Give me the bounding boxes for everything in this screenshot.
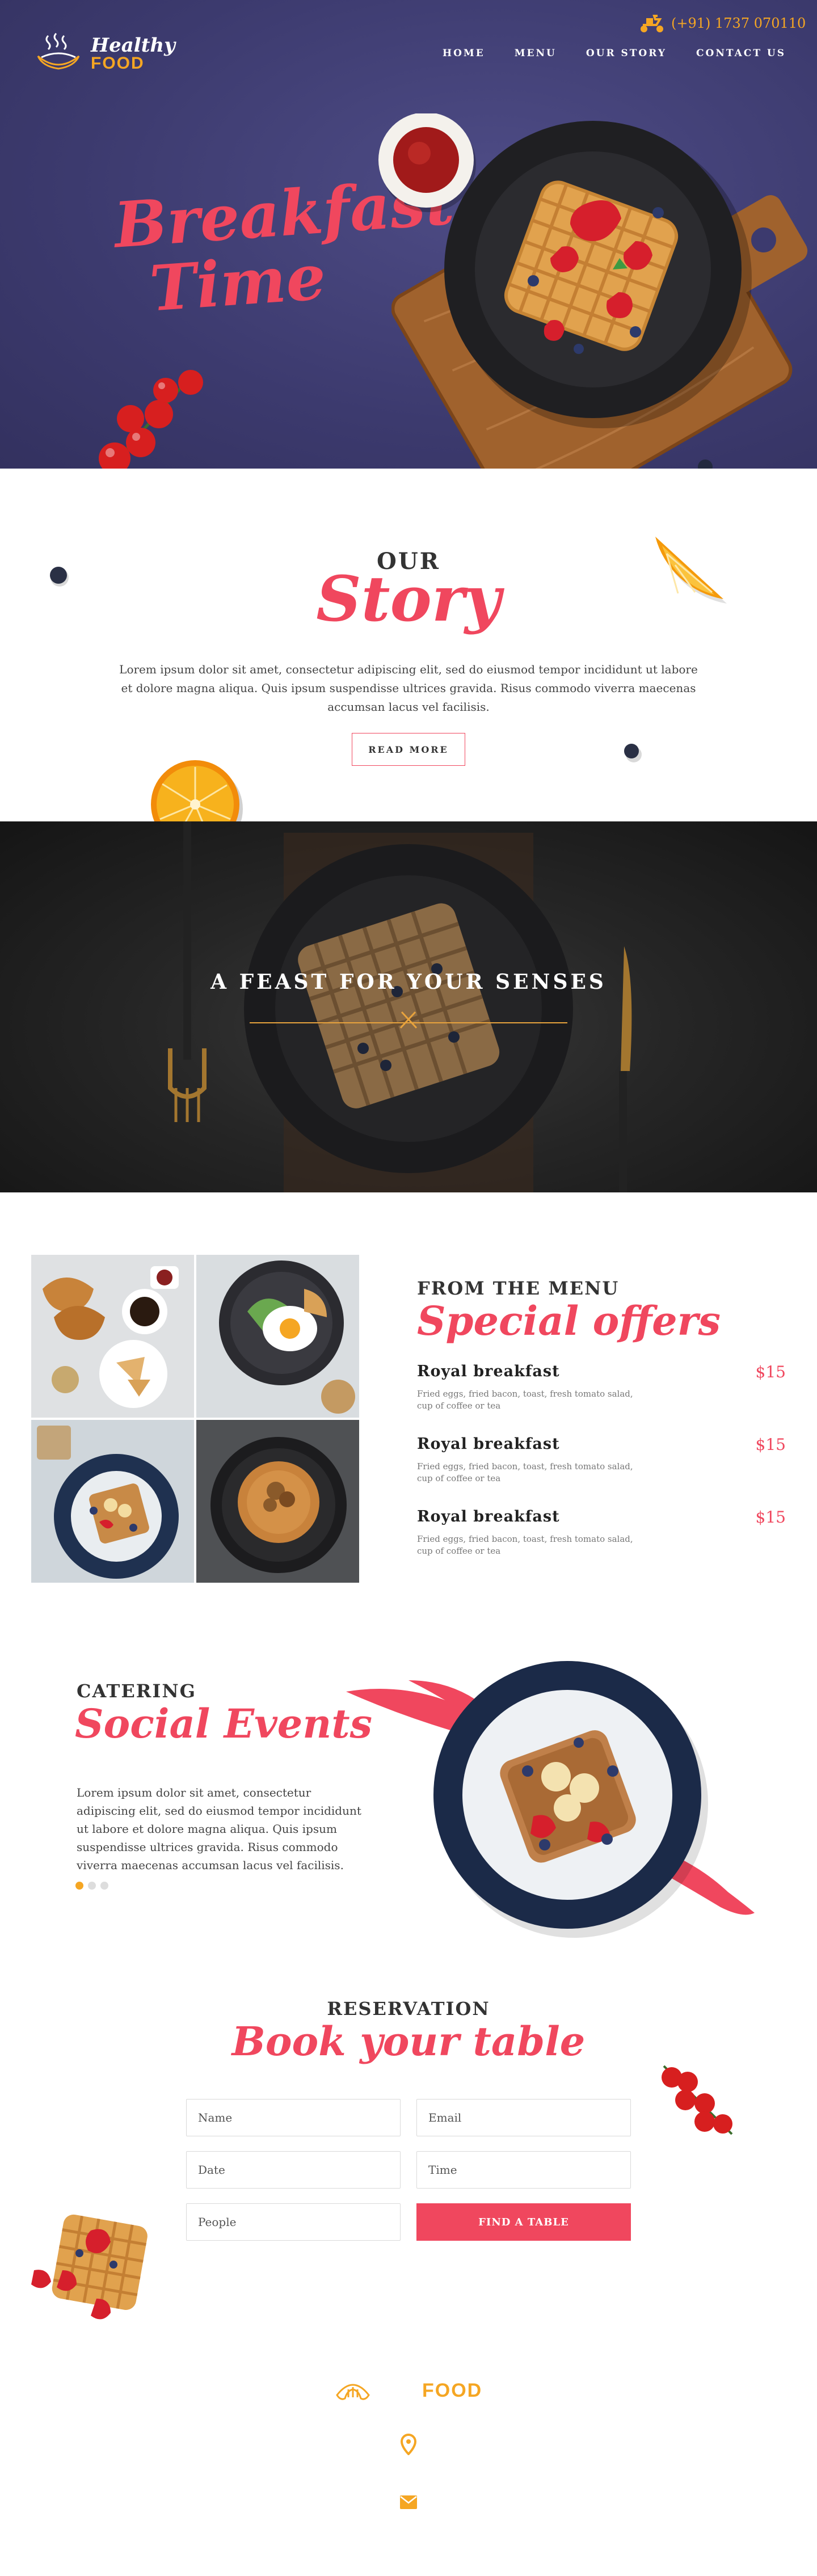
location-pin-icon[interactable] (399, 2434, 418, 2455)
people-field[interactable] (186, 2203, 401, 2241)
find-a-table-button[interactable]: FIND A TABLE (416, 2203, 631, 2241)
hero-title: Breakfast Time (112, 165, 456, 326)
phone-number: (+91) 1737 070110 (671, 15, 806, 31)
carousel-dot-active[interactable] (75, 1882, 83, 1890)
carousel-dot[interactable] (88, 1882, 96, 1890)
time-field[interactable] (416, 2151, 631, 2189)
reservation-kicker: RESERVATION (327, 1998, 490, 2020)
menu-item-description: Fried eggs, fried bacon, toast, fresh to… (417, 1534, 633, 1556)
orange-slice-image (655, 537, 727, 604)
nav-contact-us[interactable]: CONTACT US (696, 48, 786, 59)
logo-line-2: FOOD (91, 54, 145, 73)
menu-kicker: FROM THE MENU (417, 1278, 620, 1299)
menu-item[interactable]: Royal breakfast $15 Fried eggs, fried ba… (417, 1435, 786, 1508)
read-more-button[interactable]: READ MORE (352, 733, 465, 766)
menu-photo-grid (31, 1255, 359, 1583)
croissant-icon (336, 2384, 370, 2400)
main-nav: HOME MENU OUR STORY CONTACT US (443, 48, 786, 59)
feast-banner-section: A FEAST FOR YOUR SENSES (0, 821, 817, 1192)
menu-item-description: Fried eggs, fried bacon, toast, fresh to… (417, 1461, 633, 1483)
menu-photo-toast-plate (31, 1420, 194, 1583)
menu-item-name: Royal breakfast (417, 1508, 560, 1525)
menu-item[interactable]: Royal breakfast $15 Fried eggs, fried ba… (417, 1508, 786, 1580)
reservation-section: RESERVATION Book your table FIND A TABLE (0, 1953, 817, 2350)
footer-logo-text: FOOD (422, 2379, 483, 2401)
menu-item-price: $15 (755, 1508, 786, 1527)
envelope-icon[interactable] (399, 2495, 418, 2510)
footer: FOOD (0, 2350, 817, 2576)
toast-plate-image (346, 1661, 755, 1938)
header-phone[interactable]: (+91) 1737 070110 (638, 14, 806, 33)
menu-item-price: $15 (755, 1435, 786, 1454)
nav-home[interactable]: HOME (443, 48, 485, 59)
coffee-cup-icon (37, 32, 80, 70)
blueberry-decoration (624, 744, 642, 762)
catering-text: Lorem ipsum dolor sit amet, consectetur … (77, 1786, 361, 1872)
catering-kicker: CATERING (77, 1680, 196, 1702)
menu-section: FROM THE MENU Special offers Royal break… (0, 1192, 817, 1635)
feast-title: A FEAST FOR YOUR SENSES (210, 970, 607, 994)
menu-list: Royal breakfast $15 Fried eggs, fried ba… (417, 1363, 786, 1580)
menu-photo-pancakes (196, 1420, 359, 1583)
menu-item-name: Royal breakfast (417, 1435, 560, 1453)
carousel-dot[interactable] (100, 1882, 108, 1890)
cherry-tomatoes-image (99, 370, 203, 469)
footer-logo[interactable]: FOOD (335, 2378, 482, 2403)
menu-title: Special offers (417, 1297, 721, 1344)
nav-our-story[interactable]: OUR STORY (586, 48, 667, 59)
email-field[interactable] (416, 2099, 631, 2136)
menu-item-name: Royal breakfast (417, 1363, 560, 1380)
carousel-dots (75, 1882, 108, 1890)
nav-menu[interactable]: MENU (515, 48, 557, 59)
menu-photo-egg-plate (196, 1255, 359, 1418)
our-story-section: OUR Story Lorem ipsum dolor sit amet, co… (0, 469, 817, 853)
hero-section: Healthy FOOD (+91) 1737 070110 HOME MENU… (0, 0, 817, 469)
reservation-form: FIND A TABLE (186, 2099, 631, 2241)
name-field[interactable] (186, 2099, 401, 2136)
logo-line-1: Healthy (91, 34, 175, 57)
date-field[interactable] (186, 2151, 401, 2189)
catering-title: Social Events (75, 1700, 372, 1747)
catering-section: CATERING Social Events Lorem ipsum dolor… (0, 1635, 817, 1953)
brand-logo[interactable]: Healthy FOOD (31, 31, 175, 77)
menu-item-price: $15 (755, 1363, 786, 1381)
menu-photo-croissants (31, 1255, 194, 1418)
cherry-tomatoes-image (662, 2065, 733, 2135)
waffle-image (31, 2214, 148, 2320)
menu-item[interactable]: Royal breakfast $15 Fried eggs, fried ba… (417, 1363, 786, 1435)
blueberry-decoration (50, 567, 69, 587)
waffle-plate-background (168, 821, 632, 1192)
scooter-icon (641, 15, 663, 32)
cutting-board-image (391, 121, 808, 469)
menu-item-description: Fried eggs, fried bacon, toast, fresh to… (417, 1389, 633, 1411)
story-text: Lorem ipsum dolor sit amet, consectetur … (119, 663, 698, 714)
hero-title-line-2: Time (147, 239, 329, 326)
crossed-utensils-icon (399, 1011, 418, 1029)
